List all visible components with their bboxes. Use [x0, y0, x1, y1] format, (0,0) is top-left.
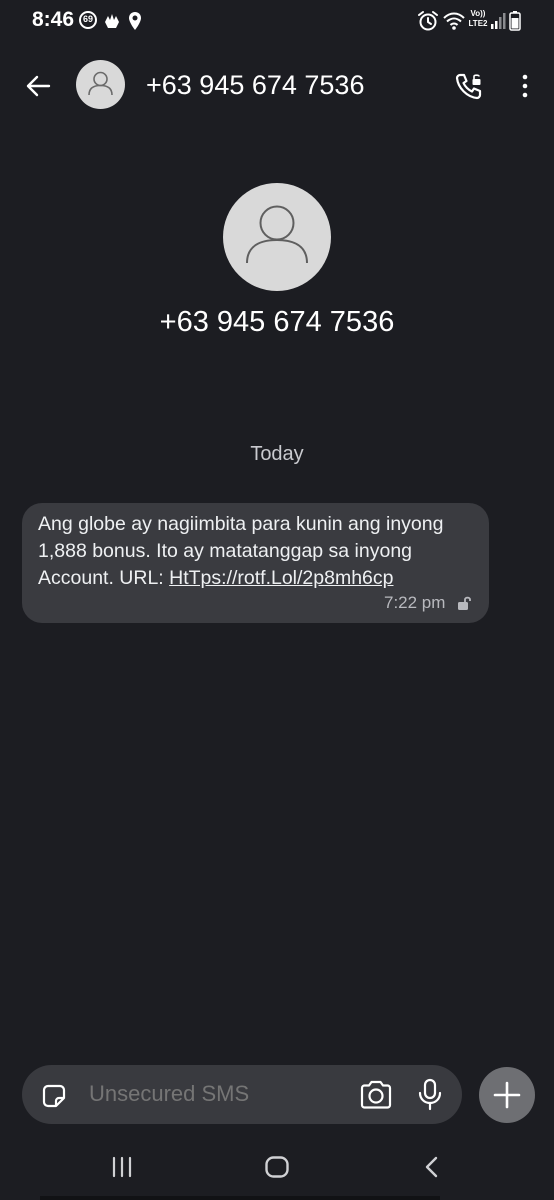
nav-back-icon[interactable] — [422, 1155, 442, 1179]
recent-apps-icon[interactable] — [110, 1155, 134, 1179]
battery-icon — [509, 11, 521, 31]
conversation-title[interactable]: +63 945 674 7536 — [146, 70, 364, 101]
home-icon[interactable] — [264, 1155, 290, 1179]
network-type: Vo)) LTE2 — [466, 9, 490, 29]
back-arrow-icon[interactable] — [24, 72, 52, 100]
network-lte-label: LTE2 — [468, 19, 488, 28]
phone-icon[interactable] — [454, 71, 484, 101]
contact-avatar-large[interactable] — [223, 183, 331, 291]
add-attachment-button[interactable] — [479, 1067, 535, 1123]
unlocked-lock-icon — [458, 596, 471, 610]
gesture-bar — [40, 1196, 440, 1200]
network-volte-label: Vo)) — [470, 9, 486, 18]
notification-count: 69 — [82, 14, 93, 24]
app-notification-icon — [105, 14, 119, 28]
sticker-icon[interactable] — [40, 1082, 68, 1110]
message-link[interactable]: HtTps://rotf.Lol/2p8mh6cp — [169, 567, 393, 589]
person-icon — [246, 205, 308, 264]
signal-icon — [491, 13, 506, 29]
wifi-icon — [443, 12, 465, 30]
contact-name: +63 945 674 7536 — [159, 306, 395, 338]
camera-icon[interactable] — [359, 1079, 393, 1111]
message-time: 7:22 pm — [384, 593, 446, 612]
date-divider: Today — [250, 443, 304, 465]
plus-icon — [493, 1081, 521, 1109]
person-icon-small — [88, 71, 113, 96]
notification-count-icon: 69 — [79, 11, 97, 29]
more-options-icon[interactable] — [515, 72, 535, 100]
location-icon — [129, 12, 141, 30]
alarm-icon — [418, 11, 438, 31]
contact-avatar-small[interactable] — [76, 60, 125, 109]
microphone-icon[interactable] — [416, 1078, 444, 1112]
message-input[interactable] — [89, 1081, 319, 1107]
status-time: 8:46 — [32, 8, 75, 31]
message-text: Ang globe ay nagiimbita para kunin ang i… — [38, 511, 478, 592]
